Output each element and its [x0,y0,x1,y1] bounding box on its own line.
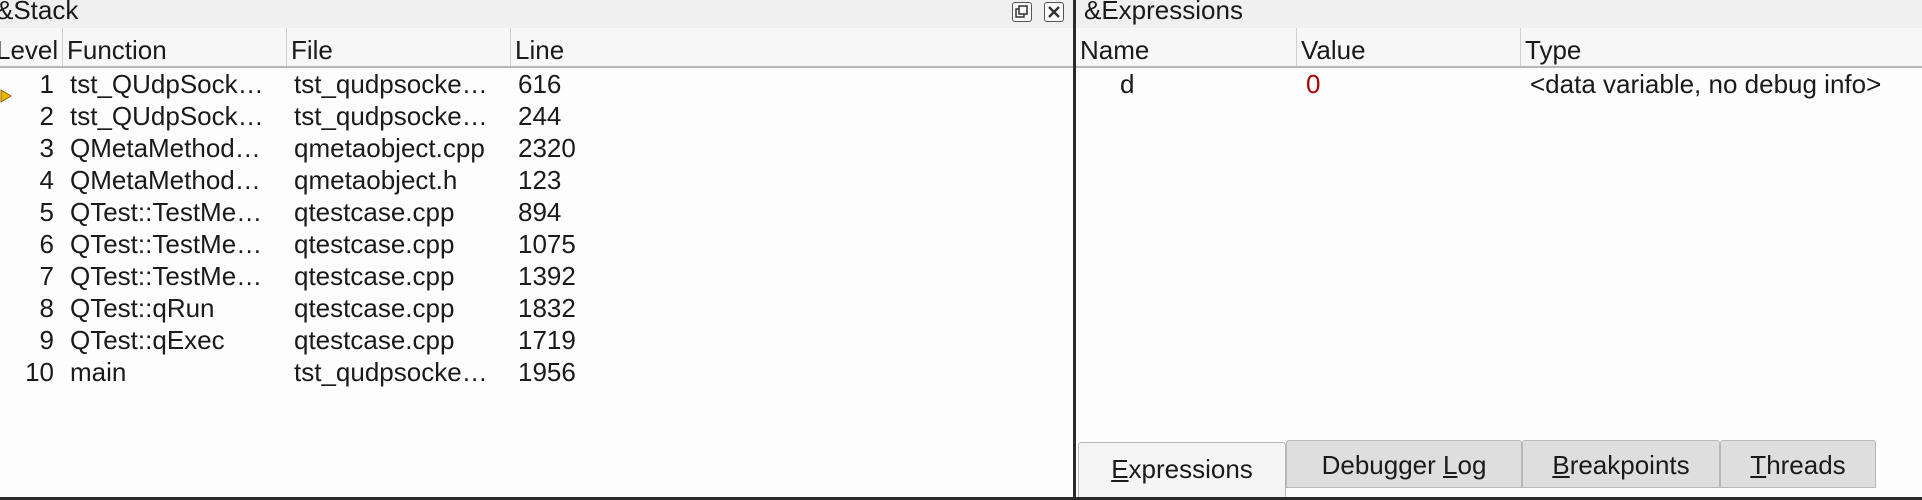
cell-level: 4 [39,165,54,195]
tab-mnemonic: T [1750,450,1767,480]
cell-value: 0 [1306,69,1321,99]
cell-line: 244 [518,101,562,131]
stack-list: 1 tst_QUdpSock… tst_qudpsocke… 616 2 tst_QUdp… [0,68,1073,388]
cell-line: 894 [518,197,562,227]
table-row[interactable]: 9 QTest::qExec qtestcase.cpp 1719 [0,324,1073,356]
debugger-tab-bar: Expressions Debugger Log Breakpoints Thr… [1076,438,1922,498]
cell-line: 1392 [518,261,576,291]
cell-line: 1719 [518,325,576,355]
table-row[interactable]: 1 tst_QUdpSock… tst_qudpsocke… 616 [0,68,1073,103]
cell-level: 10 [25,357,54,387]
expressions-titlebar[interactable]: &Expressions [1076,0,1922,28]
expressions-title: &Expressions [1084,0,1243,25]
table-row[interactable]: 3 QMetaMethod… qmetaobject.cpp 2320 [0,132,1073,164]
cell-line: 2320 [518,133,576,163]
stack-pane: &Stack Level Function File Line 1 tst_QUd… [0,0,1073,498]
column-header-line[interactable]: Line [511,28,715,66]
tab-mnemonic: B [1552,450,1570,480]
cell-file: qtestcase.cpp [294,293,455,323]
cell-function: QTest::TestMe… [70,197,263,227]
float-window-icon[interactable] [1012,2,1032,22]
cell-function: tst_QUdpSock… [70,101,264,131]
cell-type: <data variable, no debug info> [1530,69,1882,99]
stack-titlebar[interactable]: &Stack [0,0,1073,28]
cell-file: qtestcase.cpp [294,229,455,259]
cell-file: qtestcase.cpp [294,325,455,355]
table-row[interactable]: 5 QTest::TestMe… qtestcase.cpp 894 [0,196,1073,228]
cell-line: 1075 [518,229,576,259]
expressions-pane: &Expressions Name Value Type d 0 <data var… [1076,0,1922,498]
cell-name: d [1120,69,1135,99]
table-row[interactable]: d 0 <data variable, no debug info> [1076,68,1922,100]
tab-label: og [1457,450,1487,480]
cell-file: tst_qudpsocke… [294,69,488,99]
expressions-list: d 0 <data variable, no debug info> [1076,68,1922,100]
tab-breakpoints[interactable]: Breakpoints [1522,440,1720,488]
table-row[interactable]: 10 main tst_qudpsocke… 1956 [0,356,1073,388]
cell-file: qtestcase.cpp [294,261,455,291]
cell-line: 616 [518,69,562,99]
column-header-function[interactable]: Function [63,28,287,66]
cell-function: QMetaMethod… [70,165,261,195]
cell-function: QMetaMethod… [70,133,261,163]
column-header-type[interactable]: Type [1521,28,1922,66]
table-row[interactable]: 8 QTest::qRun qtestcase.cpp 1832 [0,292,1073,324]
tab-threads[interactable]: Threads [1720,440,1876,488]
tab-label: hreads [1766,450,1846,480]
column-header-level[interactable]: Level [0,28,58,66]
stack-title: &Stack [0,0,79,25]
cell-function: QTest::TestMe… [70,229,263,259]
cell-line: 1956 [518,357,576,387]
column-header-name[interactable]: Name [1076,28,1300,66]
cell-level: 5 [39,197,54,227]
cell-function: QTest::qRun [70,293,215,323]
table-row[interactable]: 4 QMetaMethod… qmetaobject.h 123 [0,164,1073,196]
cell-file: qmetaobject.cpp [294,133,485,163]
expressions-header: Name Value Type [1076,28,1922,68]
tab-debugger-log[interactable]: Debugger Log [1286,440,1522,488]
cell-level: 7 [39,261,54,291]
stack-header: Level Function File Line [0,28,1073,68]
tab-label: reakpoints [1569,450,1690,480]
tab-expressions[interactable]: Expressions [1078,442,1286,498]
table-row[interactable]: 7 QTest::TestMe… qtestcase.cpp 1392 [0,260,1073,292]
cell-line: 1832 [518,293,576,323]
cell-function: QTest::TestMe… [70,261,263,291]
cell-level: 2 [39,101,54,131]
tab-label: Debugger [1321,450,1444,480]
cell-level: 9 [39,325,54,355]
cell-level: 3 [39,133,54,163]
cell-function: main [70,357,127,387]
tab-label: xpressions [1128,454,1253,484]
cell-function: QTest::qExec [70,325,225,355]
table-row[interactable]: 2 tst_QUdpSock… tst_qudpsocke… 244 [0,100,1073,132]
column-header-file[interactable]: File [287,28,511,66]
cell-file: tst_qudpsocke… [294,101,488,131]
tab-mnemonic: L [1443,450,1458,480]
tab-mnemonic: E [1111,454,1129,484]
column-header-value[interactable]: Value [1297,28,1521,66]
cell-function: tst_QUdpSock… [70,69,264,99]
cell-file: qtestcase.cpp [294,197,455,227]
cell-level: 1 [39,69,54,99]
cell-file: qmetaobject.h [294,165,458,195]
cell-level: 6 [39,229,54,259]
cell-level: 8 [39,293,54,323]
close-window-icon[interactable] [1044,2,1064,22]
cell-file: tst_qudpsocke… [294,357,488,387]
cell-line: 123 [518,165,562,195]
table-row[interactable]: 6 QTest::TestMe… qtestcase.cpp 1075 [0,228,1073,260]
